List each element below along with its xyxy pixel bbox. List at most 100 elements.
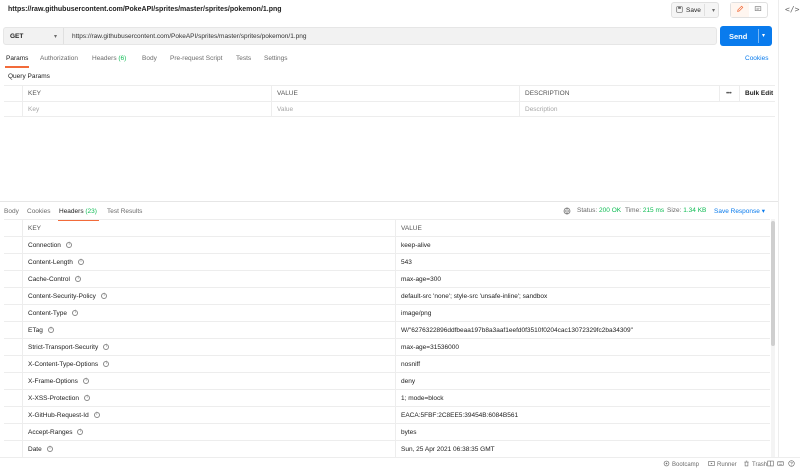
info-icon[interactable] — [93, 412, 100, 418]
info-icon[interactable] — [82, 378, 89, 384]
more-options-icon[interactable]: ••• — [721, 86, 732, 101]
column-header-value: VALUE — [401, 224, 422, 232]
param-value-input[interactable]: Value — [272, 102, 519, 116]
info-icon[interactable] — [103, 344, 110, 350]
table-row: Key Value Description — [4, 101, 775, 117]
layout-icon[interactable] — [767, 460, 774, 467]
header-value: 1; mode=block — [401, 394, 444, 402]
info-icon[interactable] — [47, 327, 54, 333]
header-key-cell: Content-Type — [23, 305, 79, 321]
info-icon[interactable] — [100, 293, 107, 299]
param-key-input[interactable]: Key — [23, 102, 271, 116]
method-label: GET — [10, 32, 24, 40]
info-icon[interactable] — [72, 310, 79, 316]
header-key-cell: Date — [23, 441, 53, 457]
tab-authorization[interactable]: Authorization — [40, 55, 78, 62]
table-row: Date Sun, 25 Apr 2021 06:38:35 GMT — [4, 440, 770, 457]
param-description-input[interactable]: Description — [520, 102, 775, 116]
header-key-cell: Accept-Ranges — [23, 424, 84, 440]
table-row: ETag W/"6276322896ddfbeaa197b8a3aaf1eefd0… — [4, 321, 770, 338]
tab-response-headers[interactable]: Headers (23) — [59, 208, 97, 215]
chevron-down-icon: ▾ — [53, 34, 57, 40]
save-response-button[interactable]: Save Response ▾ — [714, 207, 765, 215]
request-bar: GET ▾ https://raw.githubusercontent.com/… — [3, 27, 717, 45]
view-toggle-group — [730, 2, 768, 18]
runner-label: Runner — [717, 461, 737, 468]
header-value: bytes — [401, 428, 417, 436]
runner-button[interactable]: Runner — [708, 460, 737, 468]
send-button[interactable]: Send ▾ — [720, 26, 772, 46]
cookies-link[interactable]: Cookies — [745, 55, 768, 62]
header-key: Strict-Transport-Security — [28, 343, 99, 351]
header-key-cell: Strict-Transport-Security — [23, 339, 110, 355]
vertical-scrollbar[interactable] — [771, 219, 775, 457]
url-input[interactable]: https://raw.githubusercontent.com/PokeAP… — [64, 33, 306, 40]
save-button[interactable]: Save ▾ — [671, 2, 719, 18]
help-icon[interactable] — [788, 460, 795, 467]
chevron-down-icon[interactable]: ▾ — [762, 32, 765, 39]
header-rows: Connection keep-alive Content-Length 543 Cac… — [4, 236, 770, 457]
info-icon[interactable] — [46, 446, 53, 452]
tab-response-headers-count: (23) — [85, 208, 97, 215]
tab-settings[interactable]: Settings — [264, 55, 288, 62]
header-key: Content-Security-Policy — [28, 292, 96, 300]
info-icon[interactable] — [65, 242, 72, 248]
chevron-down-icon[interactable]: ▾ — [712, 7, 715, 14]
header-key-cell: ETag — [23, 322, 54, 338]
status-footer: Bootcamp Runner Trash — [0, 457, 800, 468]
send-divider — [758, 29, 759, 43]
header-key: Date — [28, 445, 42, 453]
tab-tests[interactable]: Tests — [236, 55, 251, 62]
comments-button[interactable] — [749, 3, 767, 17]
tab-test-results[interactable]: Test Results — [107, 208, 142, 215]
request-tabs: Params Authorization Headers (6) Body Pr… — [0, 53, 778, 68]
column-header-key: KEY — [28, 224, 42, 232]
tab-headers[interactable]: Headers (6) — [92, 55, 126, 62]
info-icon[interactable] — [83, 395, 90, 401]
header-key: Cache-Control — [28, 275, 70, 283]
bulk-edit-button[interactable]: Bulk Edit — [740, 86, 773, 101]
header-value: image/png — [401, 309, 432, 317]
keyboard-icon[interactable] — [777, 460, 784, 467]
table-row: Strict-Transport-Security max-age=3153600… — [4, 338, 770, 355]
tab-body[interactable]: Body — [142, 55, 157, 62]
tab-params[interactable]: Params — [6, 55, 28, 62]
status-label: Status: — [577, 207, 598, 214]
size-value: 1.34 KB — [683, 207, 707, 214]
header-key-cell: Connection — [23, 237, 72, 253]
bootcamp-button[interactable]: Bootcamp — [663, 460, 699, 468]
code-icon[interactable]: </> — [785, 5, 799, 14]
time-value: 215 ms — [642, 207, 665, 214]
info-icon[interactable] — [74, 276, 81, 282]
bootcamp-label: Bootcamp — [672, 461, 700, 468]
info-icon[interactable] — [103, 361, 110, 367]
edit-button[interactable] — [731, 3, 749, 17]
column-divider — [719, 86, 720, 101]
globe-icon[interactable] — [563, 207, 571, 217]
tab-response-body[interactable]: Body — [4, 208, 19, 215]
table-row: Cache-Control max-age=300 — [4, 270, 770, 287]
header-key: Accept-Ranges — [28, 428, 73, 436]
header-key-cell: Content-Length — [23, 254, 84, 270]
table-row: Content-Type image/png — [4, 304, 770, 321]
pane-divider[interactable] — [0, 201, 778, 202]
table-row: X-XSS-Protection 1; mode=block — [4, 389, 770, 406]
info-icon[interactable] — [77, 429, 84, 435]
trash-button[interactable]: Trash — [743, 460, 767, 468]
header-value: W/"6276322896ddfbeaa197b8a3aaf1eefd0f351… — [401, 326, 633, 334]
save-icon — [676, 5, 683, 15]
request-title[interactable]: https://raw.githubusercontent.com/PokeAP… — [8, 6, 282, 13]
table-row: X-GitHub-Request-Id EACA:5FBF:2C8EE5:3945… — [4, 406, 770, 423]
title-row: https://raw.githubusercontent.com/PokeAP… — [0, 0, 778, 20]
info-icon[interactable] — [77, 259, 84, 265]
scrollbar-thumb[interactable] — [771, 221, 775, 346]
tab-headers-label: Headers — [92, 55, 117, 62]
header-key: X-Frame-Options — [28, 377, 78, 385]
tab-prerequest[interactable]: Pre-request Script — [170, 55, 222, 62]
tab-response-cookies[interactable]: Cookies — [27, 208, 50, 215]
status-value: 200 OK — [599, 207, 622, 214]
size-readout: Size: 1.34 KB — [667, 207, 706, 214]
method-select[interactable]: GET ▾ — [4, 28, 64, 44]
tab-headers-count: (6) — [118, 55, 127, 62]
header-value: nosniff — [401, 360, 421, 368]
